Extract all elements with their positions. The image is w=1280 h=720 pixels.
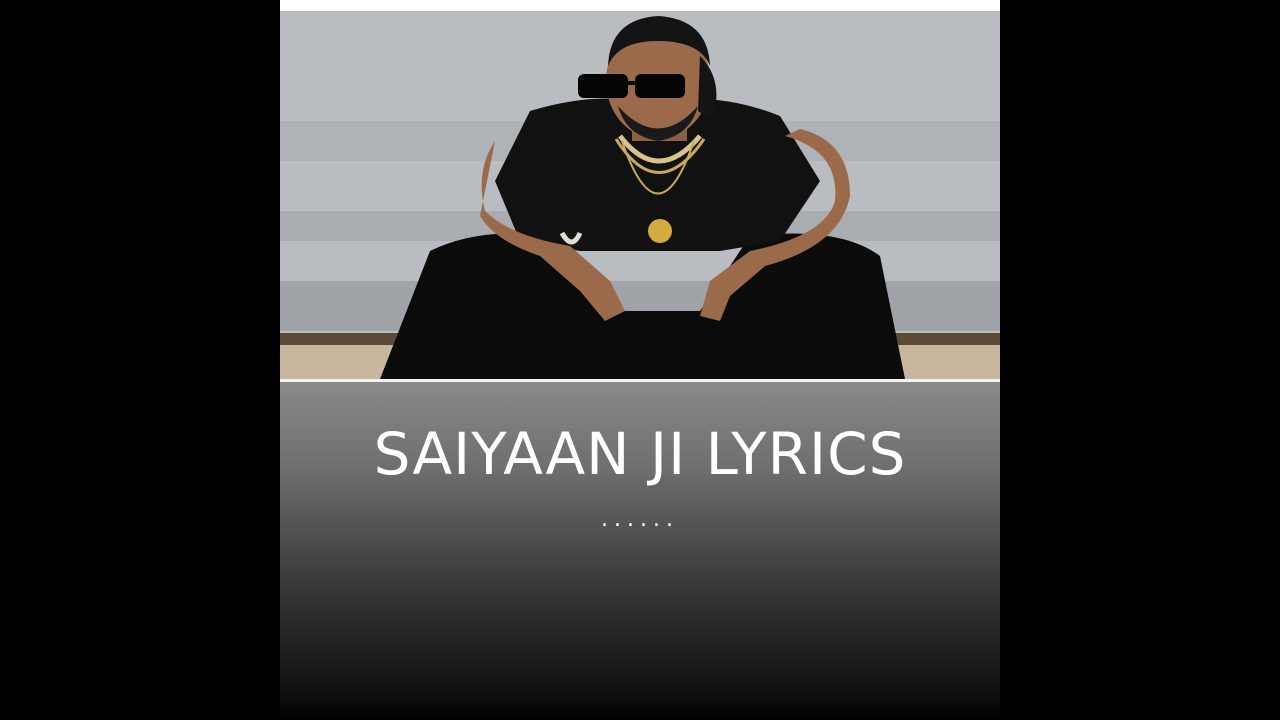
artist-photo-illustration <box>280 11 1000 379</box>
video-title: SAIYAAN JI LYRICS <box>373 420 907 488</box>
video-frame: SAIYAAN JI LYRICS ...... <box>0 0 1280 720</box>
lyrics-card: SAIYAAN JI LYRICS ...... <box>280 0 1000 720</box>
artist-photo <box>280 11 1000 379</box>
photo-divider <box>280 379 1000 382</box>
title-dots: ...... <box>601 507 679 532</box>
